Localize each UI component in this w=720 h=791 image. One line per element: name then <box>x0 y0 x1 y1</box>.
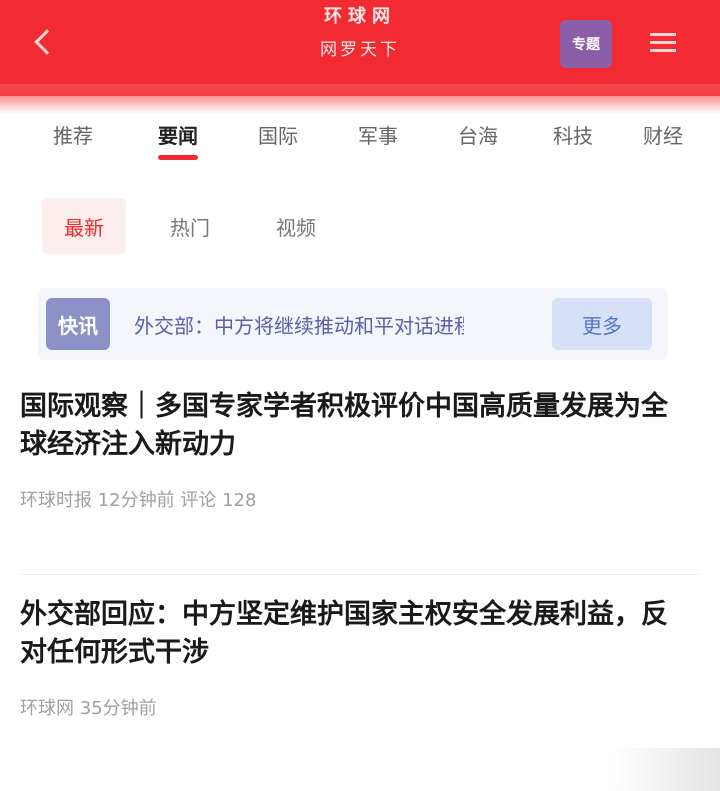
chevron-left-icon <box>34 29 60 55</box>
channel-tab[interactable]: 国际 <box>228 112 328 168</box>
channel-tab[interactable]: 台海 <box>428 112 528 168</box>
header-fade <box>0 84 720 114</box>
news-item[interactable]: 国际观察｜多国专家学者积极评价中国高质量发展为全球经济注入新动力 环球时报 12… <box>20 388 680 512</box>
brand-subtitle: 网罗天下 <box>320 40 400 60</box>
scroll-shade <box>610 748 720 791</box>
channel-tab[interactable]: 科技 <box>528 112 618 168</box>
divider <box>20 574 700 575</box>
channel-tabs: 推荐 要闻 国际 军事 台海 科技 财经 <box>0 112 720 176</box>
top-header: 环球网 网罗天下 专题 <box>0 0 720 114</box>
sub-tab-active[interactable]: 最新 <box>42 198 126 254</box>
back-button[interactable] <box>28 18 92 66</box>
channel-tab-active[interactable]: 要闻 <box>128 112 228 168</box>
channel-tab[interactable]: 推荐 <box>18 112 128 168</box>
site-title[interactable]: 环球网 网罗天下 <box>280 4 440 64</box>
sub-tab[interactable]: 视频 <box>254 198 338 254</box>
news-title: 国际观察｜多国专家学者积极评价中国高质量发展为全球经济注入新动力 <box>20 391 668 460</box>
notice-tag: 快讯 <box>46 298 110 350</box>
news-title: 外交部回应：中方坚定维护国家主权安全发展利益，反对任何形式干涉 <box>20 599 668 668</box>
channel-tab[interactable]: 军事 <box>328 112 428 168</box>
news-meta: 环球时报 12分钟前 评论 128 <box>20 490 257 511</box>
sub-tabs: 最新 热门 视频 <box>42 198 360 258</box>
news-meta: 环球网 35分钟前 <box>20 698 157 719</box>
promo-badge[interactable]: 专题 <box>560 20 612 68</box>
menu-icon[interactable] <box>646 28 680 62</box>
notice-banner[interactable]: 快讯 外交部：中方将继续推动和平对话进程 更多 <box>38 288 668 360</box>
news-item[interactable]: 外交部回应：中方坚定维护国家主权安全发展利益，反对任何形式干涉 环球网 35分钟… <box>20 596 680 720</box>
sub-tab[interactable]: 热门 <box>148 198 232 254</box>
notice-text: 外交部：中方将继续推动和平对话进程 <box>134 313 464 338</box>
active-tab-indicator <box>158 155 198 160</box>
channel-tab[interactable]: 财经 <box>618 112 708 168</box>
brand-name: 环球网 <box>324 6 396 27</box>
notice-more-button[interactable]: 更多 <box>552 298 652 350</box>
